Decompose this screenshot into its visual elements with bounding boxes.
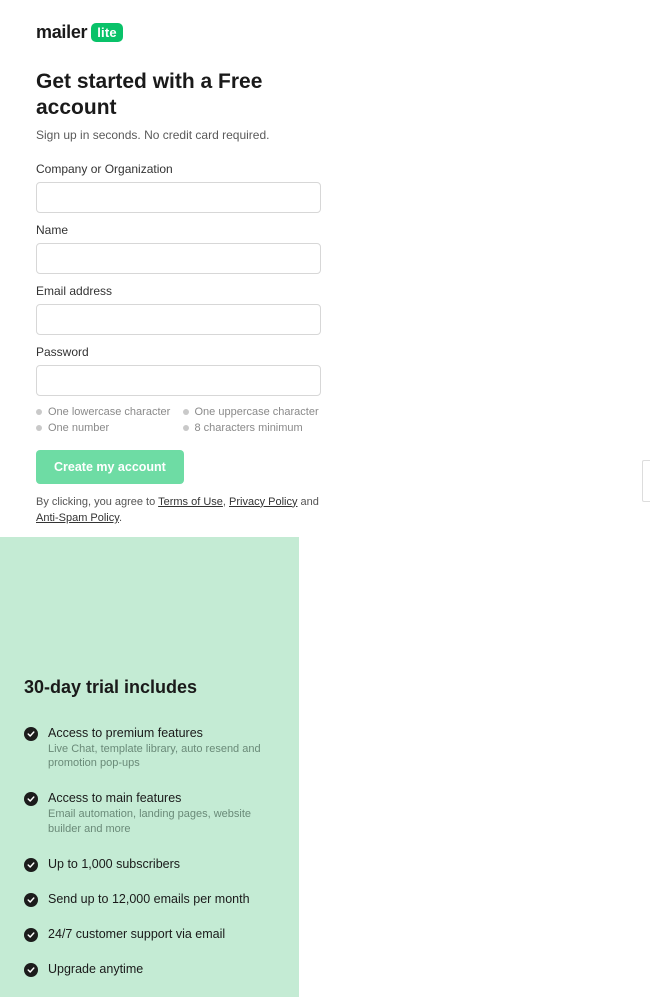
recaptcha-badge[interactable]: [642, 460, 650, 502]
subtitle: Sign up in seconds. No credit card requi…: [36, 128, 321, 142]
feature-item: Upgrade anytime: [24, 962, 271, 977]
feature-title: Send up to 12,000 emails per month: [48, 892, 250, 906]
password-label: Password: [36, 345, 321, 359]
password-field[interactable]: [36, 365, 321, 396]
bullet-icon: [183, 425, 189, 431]
page-title: Get started with a Free account: [36, 69, 321, 122]
feature-item: Send up to 12,000 emails per month: [24, 892, 271, 907]
check-icon: [24, 792, 38, 806]
privacy-policy-link[interactable]: Privacy Policy: [229, 496, 297, 508]
pw-req: One number: [36, 422, 175, 434]
create-account-button[interactable]: Create my account: [36, 450, 184, 484]
company-field[interactable]: [36, 182, 321, 213]
bullet-icon: [183, 409, 189, 415]
terms-of-use-link[interactable]: Terms of Use: [158, 496, 223, 508]
feature-title: Upgrade anytime: [48, 962, 143, 976]
pw-req-text: 8 characters minimum: [195, 422, 303, 434]
feature-title: Up to 1,000 subscribers: [48, 857, 180, 871]
name-label: Name: [36, 223, 321, 237]
check-icon: [24, 727, 38, 741]
pw-req: 8 characters minimum: [183, 422, 322, 434]
email-field[interactable]: [36, 304, 321, 335]
terms-text: By clicking, you agree to Terms of Use, …: [36, 494, 321, 527]
feature-desc: Live Chat, template library, auto resend…: [48, 742, 271, 772]
pw-req-text: One number: [48, 422, 109, 434]
trial-heading: 30-day trial includes: [24, 677, 271, 698]
check-icon: [24, 858, 38, 872]
feature-title: 24/7 customer support via email: [48, 927, 225, 941]
pw-req-text: One lowercase character: [48, 406, 170, 418]
terms-prefix: By clicking, you agree to: [36, 496, 158, 508]
feature-list: Access to premium features Live Chat, tem…: [24, 726, 271, 997]
logo-badge: lite: [91, 23, 123, 42]
feature-desc: Email automation, landing pages, website…: [48, 807, 271, 837]
terms-suffix: .: [119, 512, 122, 524]
company-label: Company or Organization: [36, 162, 321, 176]
logo: mailer lite: [36, 22, 321, 43]
email-label: Email address: [36, 284, 321, 298]
bullet-icon: [36, 409, 42, 415]
feature-item: Access to premium features Live Chat, tem…: [24, 726, 271, 772]
logo-text: mailer: [36, 22, 87, 43]
pw-req: One lowercase character: [36, 406, 175, 418]
password-requirements: One lowercase character One uppercase ch…: [36, 406, 321, 434]
pw-req-text: One uppercase character: [195, 406, 319, 418]
anti-spam-policy-link[interactable]: Anti-Spam Policy: [36, 512, 119, 524]
check-icon: [24, 928, 38, 942]
feature-item: 24/7 customer support via email: [24, 927, 271, 942]
feature-item: Up to 1,000 subscribers: [24, 857, 271, 872]
bullet-icon: [36, 425, 42, 431]
terms-sep: and: [297, 496, 318, 508]
check-icon: [24, 893, 38, 907]
feature-title: Access to main features: [48, 791, 271, 805]
feature-item: Access to main features Email automation,…: [24, 791, 271, 837]
name-field[interactable]: [36, 243, 321, 274]
pw-req: One uppercase character: [183, 406, 322, 418]
check-icon: [24, 963, 38, 977]
feature-title: Access to premium features: [48, 726, 271, 740]
